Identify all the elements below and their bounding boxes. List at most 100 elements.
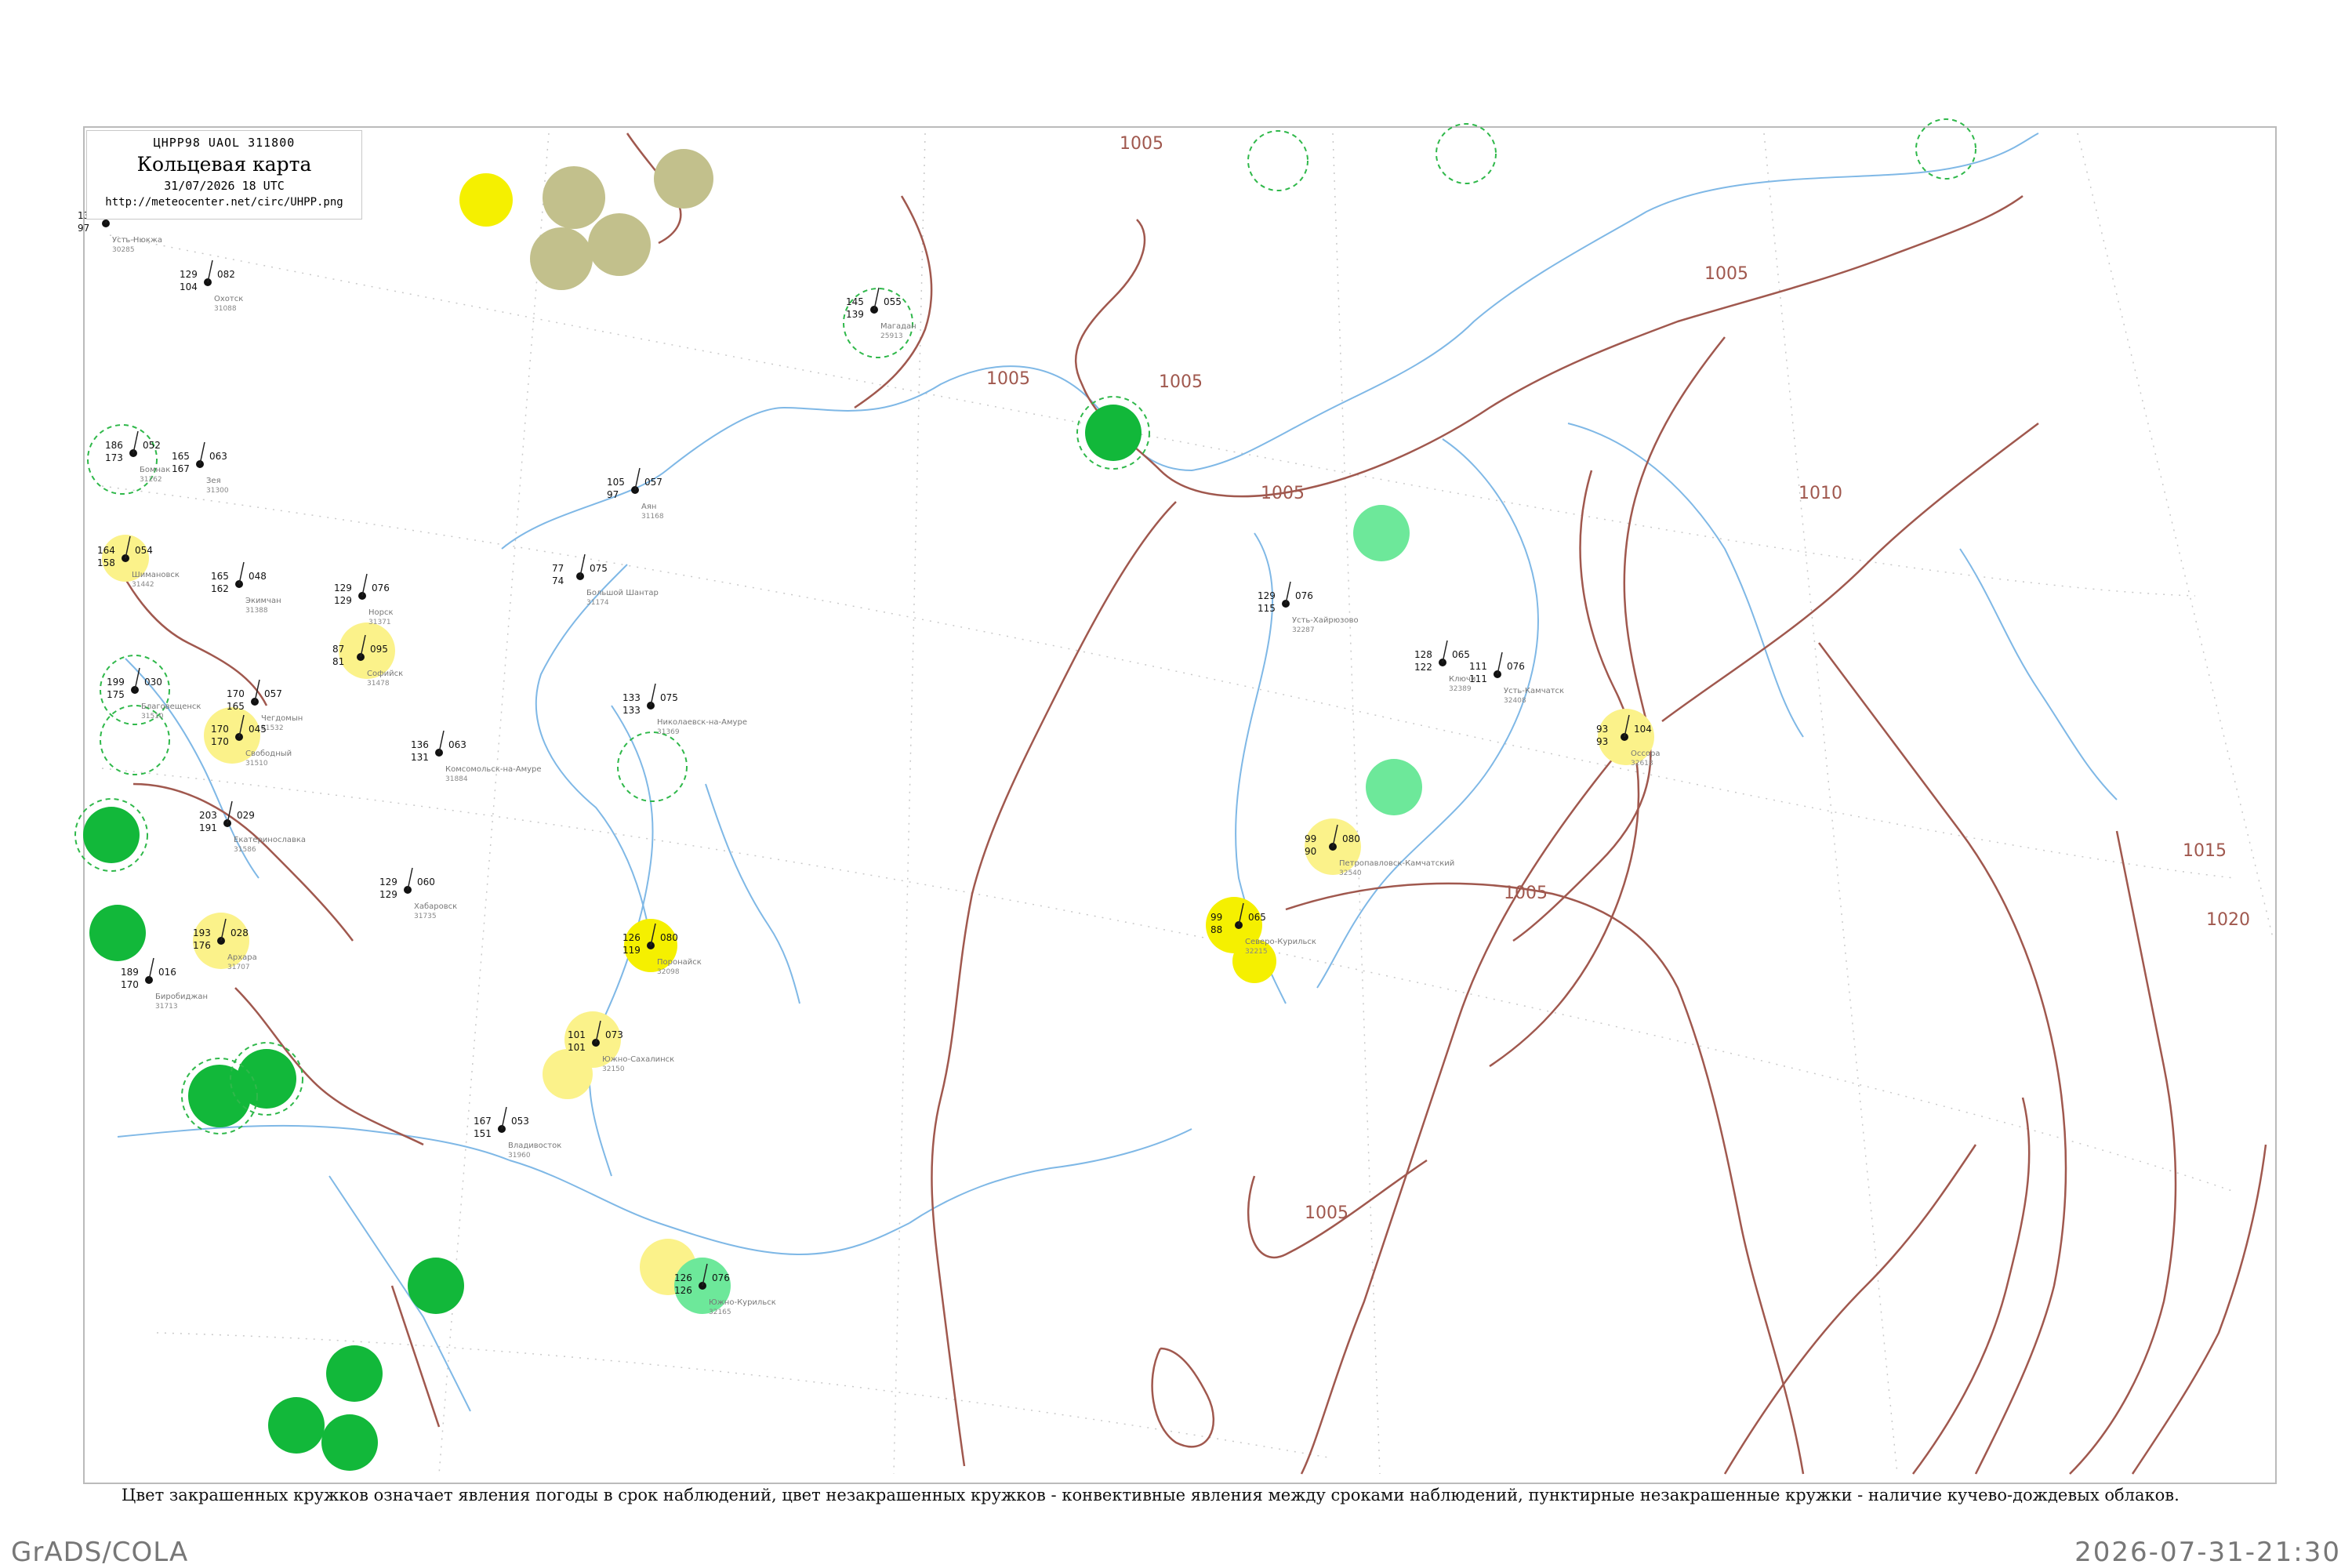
station-id: 32098 [657,968,680,976]
isobar-label: 1005 [1704,264,1748,284]
station-p: 045 [249,724,267,735]
station-p: 029 [237,810,255,821]
station-p: 076 [712,1272,730,1283]
station-t: 164 [97,545,115,556]
station-t: 126 [622,932,641,943]
station-td: 97 [78,223,89,234]
station-name: Усть-Камчатск [1504,687,1564,695]
station-p: 082 [217,269,235,280]
station-id: 31960 [508,1152,531,1160]
station-circle-dark-green [237,1049,296,1109]
station-id: 31735 [414,913,437,920]
station-circle-olive [588,213,651,276]
station-td: 104 [180,281,198,292]
station-t: 189 [121,967,139,978]
station-p: 028 [230,927,249,938]
station-p: 104 [1634,724,1652,735]
station-name: Экимчан [245,597,281,605]
station-t: 93 [1596,724,1608,735]
station-p: 060 [417,877,435,887]
station-t: 126 [674,1272,692,1283]
station-t: 167 [474,1116,492,1127]
station-id: 31088 [214,305,237,313]
station-id: 31174 [586,599,609,607]
station-name: Ключи [1449,675,1475,684]
station-td: 162 [211,583,229,594]
station-p: 075 [660,692,678,703]
station-name: Петропавловск-Камчатский [1339,859,1454,868]
station-id: 32165 [709,1308,731,1316]
station-p: 080 [660,932,678,943]
station-name: Большой Шантар [586,589,659,597]
station-p: 076 [1507,661,1525,672]
station-circle-dark-green [326,1345,383,1402]
station-p: 053 [511,1116,529,1127]
station-t: 99 [1210,912,1222,923]
station-id: 32150 [602,1065,625,1073]
isobar-label: 1005 [1305,1203,1348,1223]
station-p: 076 [372,583,390,593]
station-t: 128 [1414,649,1432,660]
station-id: 31510 [141,713,164,720]
station-name: Шимановск [132,571,180,579]
station-circle-dark-green [89,905,146,961]
station-td: 74 [552,575,564,586]
station-name: Благовещенск [141,702,201,711]
station-t: 77 [552,563,564,574]
station-name: Софийск [367,670,403,678]
station-p: 052 [143,440,161,451]
station-t: 99 [1305,833,1316,844]
station-t: 129 [180,269,198,280]
station-name: Южно-Курильск [709,1298,776,1307]
station-id: 32540 [1339,869,1362,877]
legend-date: 31/07/2026 18 UTC [164,179,285,193]
station-p: 065 [1452,649,1470,660]
station-id: 32408 [1504,697,1526,705]
station-td: 139 [846,309,864,320]
station-name: Екатеринославка [234,836,306,844]
station-p: 030 [144,677,162,688]
station-id: 31371 [368,619,391,626]
station-t: 129 [379,877,397,887]
station-id: 31707 [227,964,250,971]
station-circle-dark-green [408,1258,464,1314]
station-td: 173 [105,452,123,463]
station-name: Зея [206,477,221,485]
station-p: 080 [1342,833,1360,844]
isobar-label: 1005 [1120,134,1163,154]
legend-url[interactable]: http://meteocenter.net/circ/UHPP.png [87,196,361,209]
station-p: 076 [1295,590,1313,601]
station-id: 32287 [1292,626,1315,634]
station-t: 199 [107,677,125,688]
station-circle-dark-green [268,1397,325,1454]
station-t: 105 [607,477,625,488]
station-td: 129 [334,595,352,606]
map-caption: Цвет закрашенных кружков означает явлени… [122,1486,2180,1504]
station-p: 075 [590,563,608,574]
station-td: 133 [622,705,641,716]
station-id: 31388 [245,607,268,615]
station-p: 016 [158,967,176,978]
station-td: 176 [193,940,211,951]
station-t: 129 [334,583,352,593]
station-t: 170 [227,688,245,699]
station-name: Чегдомын [261,714,303,723]
station-id: 31168 [641,513,664,521]
station-name: Свободный [245,750,292,758]
software-label: GrADS/COLA [11,1537,189,1568]
station-p: 065 [1248,912,1266,923]
station-id: 30285 [112,246,135,254]
station-td: 167 [172,463,190,474]
station-td: 170 [121,979,139,990]
station-p: 095 [370,644,388,655]
timestamp-label: 2026-07-31-21:30 [2074,1537,2341,1568]
station-circle-dark-green [83,807,140,863]
station-circle-green [1353,505,1410,561]
station-name: Южно-Сахалинск [602,1055,674,1064]
station-t: 165 [211,571,229,582]
station-name: Магадан [880,322,916,331]
station-name: Норск [368,608,394,617]
station-circle-olive [530,227,593,290]
station-name: Усть-Хайрюзово [1292,616,1359,625]
station-t: 186 [105,440,123,451]
